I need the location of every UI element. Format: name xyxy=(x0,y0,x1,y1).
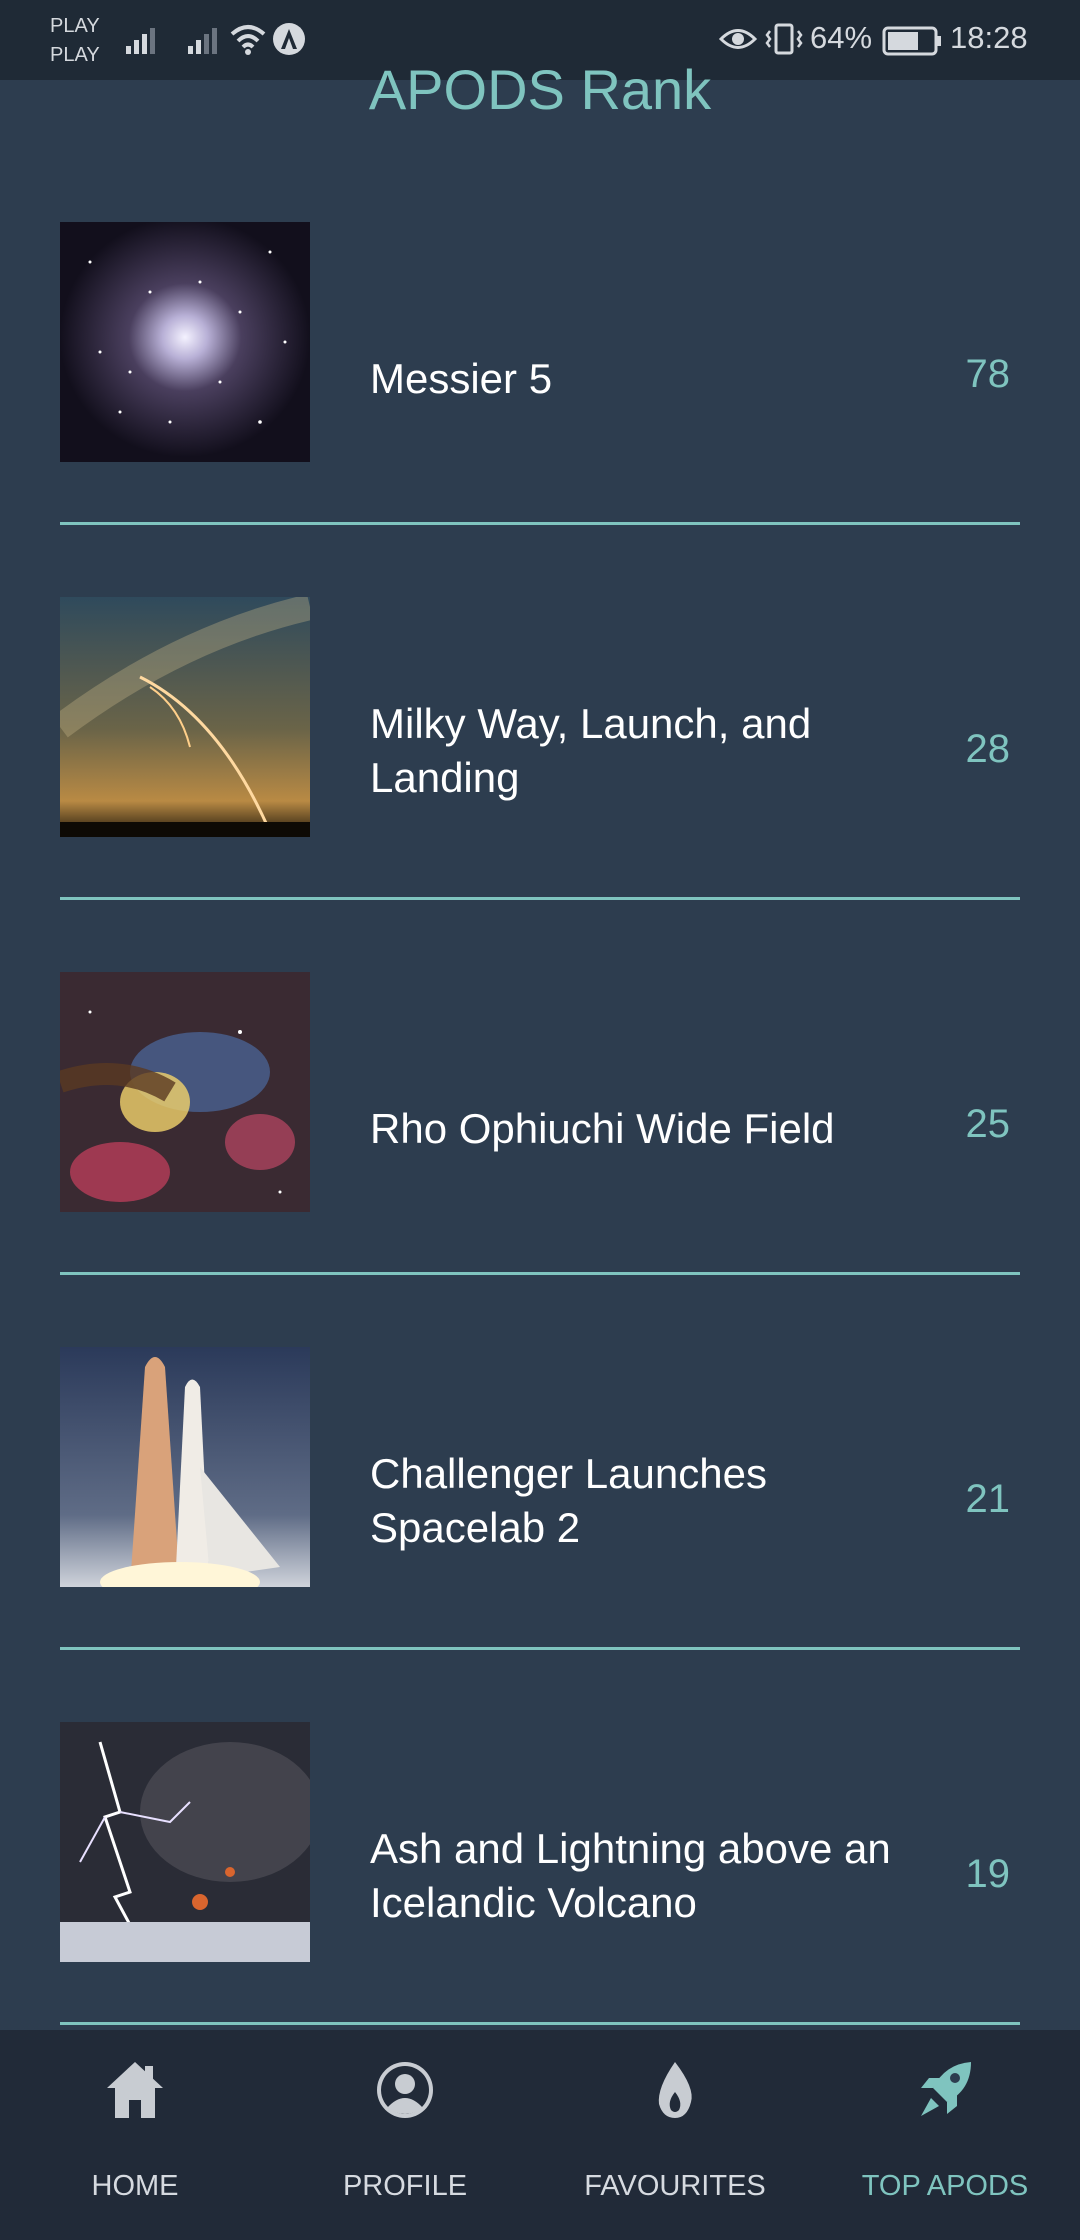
nav-label-profile: PROFILE xyxy=(342,2170,468,2202)
page-title: APODS Rank xyxy=(368,58,712,121)
globular-cluster-image xyxy=(60,222,310,462)
rank-item[interactable]: Messier 5 78 xyxy=(0,222,1080,597)
item-title: Milky Way, Launch, and Landing xyxy=(370,700,812,801)
home-icon xyxy=(107,2062,163,2118)
nebula-image xyxy=(60,972,310,1212)
app-notification-icon xyxy=(273,23,305,55)
item-title: Ash and Lightning above an Icelandic Vol… xyxy=(370,1825,891,1926)
item-count: 21 xyxy=(965,1477,1011,1521)
nav-favourites[interactable]: FAVOURITES xyxy=(540,2030,810,2240)
carrier-1: PLAY xyxy=(50,15,100,37)
signal-icon-2 xyxy=(188,28,217,54)
clock: 18:28 xyxy=(950,20,1028,55)
bottom-nav: HOME PROFILE FAVOURITES TOP APODS xyxy=(0,2030,1080,2240)
shuttle-launch-image xyxy=(60,1347,310,1587)
nav-top-apods[interactable]: TOP APODS xyxy=(810,2030,1080,2240)
item-title: Rho Ophiuchi Wide Field xyxy=(370,1105,835,1152)
battery-percent: 64% xyxy=(810,20,873,55)
milky-way-launch-image xyxy=(60,597,310,837)
item-count: 78 xyxy=(965,352,1011,396)
battery-icon xyxy=(882,26,941,56)
vibrate-icon xyxy=(765,23,803,55)
divider xyxy=(60,1647,1020,1650)
item-title: Messier 5 xyxy=(370,355,553,402)
rank-item[interactable]: Challenger Launches Spacelab 2 21 xyxy=(0,1347,1080,1722)
item-count: 19 xyxy=(965,1852,1011,1896)
divider xyxy=(60,2022,1020,2025)
item-title: Challenger Launches Spacelab 2 xyxy=(370,1450,767,1551)
divider xyxy=(60,897,1020,900)
profile-icon xyxy=(377,2062,433,2118)
rank-item[interactable]: Rho Ophiuchi Wide Field 25 xyxy=(0,972,1080,1347)
nav-home[interactable]: HOME xyxy=(0,2030,270,2240)
flame-icon xyxy=(658,2062,692,2118)
divider xyxy=(60,522,1020,525)
divider xyxy=(60,1272,1020,1275)
nav-label-home: HOME xyxy=(91,2170,179,2202)
nav-label-top-apods: TOP APODS xyxy=(861,2170,1029,2202)
rocket-icon xyxy=(921,2062,971,2116)
eye-comfort-icon xyxy=(718,29,758,49)
volcano-lightning-image xyxy=(60,1722,310,1962)
signal-icon-1 xyxy=(126,28,155,54)
item-count: 25 xyxy=(965,1102,1011,1146)
nav-profile[interactable]: PROFILE xyxy=(270,2030,540,2240)
nav-label-favourites: FAVOURITES xyxy=(584,2170,766,2202)
rank-item[interactable]: Milky Way, Launch, and Landing 28 xyxy=(0,597,1080,972)
wifi-icon xyxy=(230,25,266,55)
item-count: 28 xyxy=(965,727,1011,771)
